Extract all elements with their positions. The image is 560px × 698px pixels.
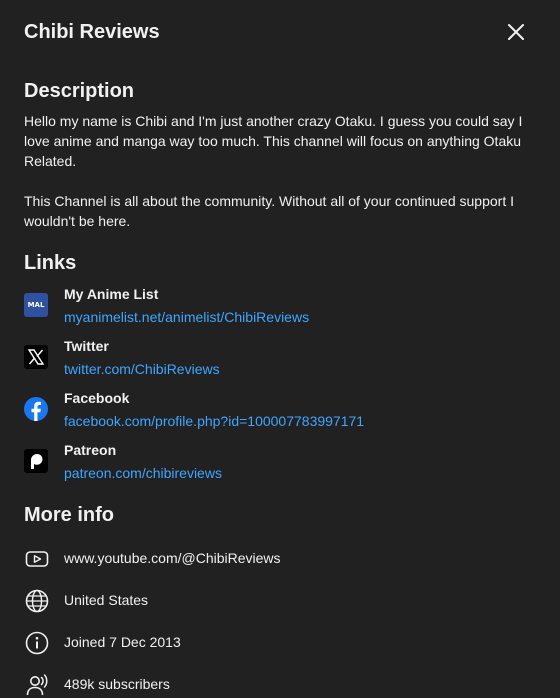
link-title: Twitter [64,338,109,354]
link-item-twitter: Twitter twitter.com/ChibiReviews [24,337,544,381]
link-title: Facebook [64,390,130,406]
close-button[interactable] [500,16,532,48]
info-item-url: www.youtube.com/@ChibiReviews [24,544,544,572]
channel-title: Chibi Reviews [24,21,160,43]
dialog-header: Chibi Reviews [24,20,544,46]
link-url-myanimelist[interactable]: myanimelist.net/animelist/ChibiReviews [64,307,309,327]
info-item-country: United States [24,586,544,614]
youtube-icon [25,551,49,567]
info-item-subscribers: 489k subscribers [24,670,544,698]
globe-icon [25,589,49,613]
description-text: Hello my name is Chibi and I'm just anot… [24,111,532,231]
info-item-joined: Joined 7 Dec 2013 [24,628,544,656]
facebook-icon [24,397,48,421]
joined-date: Joined 7 Dec 2013 [64,634,181,650]
about-dialog: Chibi Reviews Description Hello my name … [0,0,560,697]
link-item-patreon: Patreon patreon.com/chibireviews [24,441,544,485]
description-paragraph-2: This Channel is all about the community.… [24,193,514,229]
more-info-heading: More info [24,504,114,526]
close-icon [508,24,524,40]
info-icon [25,631,49,655]
description-paragraph-1: Hello my name is Chibi and I'm just anot… [24,113,523,169]
links-heading: Links [24,252,77,274]
subscribers-icon [26,674,48,696]
channel-url[interactable]: www.youtube.com/@ChibiReviews [64,549,281,567]
x-twitter-icon [24,345,48,369]
link-title: Patreon [64,442,117,458]
myanimelist-logo-text: MAL [27,301,45,309]
link-url-patreon[interactable]: patreon.com/chibireviews [64,463,222,483]
link-url-facebook[interactable]: facebook.com/profile.php?id=100007783997… [64,411,364,431]
subscriber-count: 489k subscribers [64,676,170,692]
link-item-facebook: Facebook facebook.com/profile.php?id=100… [24,389,544,433]
myanimelist-icon: MAL [24,293,48,317]
country-text: United States [64,592,149,608]
link-title: My Anime List [64,286,159,302]
link-item-myanimelist: MAL My Anime List myanimelist.net/animel… [24,285,544,329]
patreon-icon [24,449,48,473]
link-url-twitter[interactable]: twitter.com/ChibiReviews [64,359,220,379]
description-heading: Description [24,80,135,102]
